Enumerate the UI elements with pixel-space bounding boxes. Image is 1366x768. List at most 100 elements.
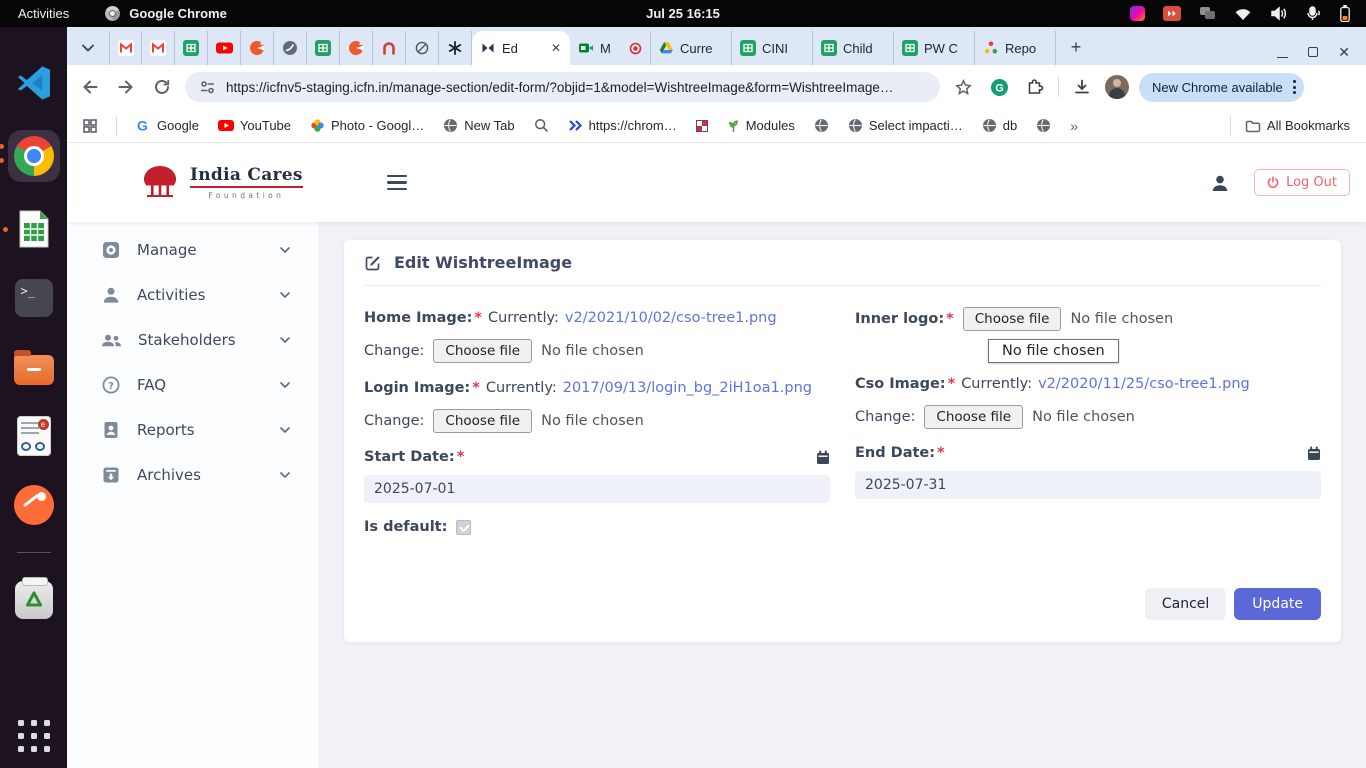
url-text[interactable]: https://icfnv5-staging.icfn.in/manage-se… [226,80,926,95]
pinned-tab-orange-app[interactable] [340,31,373,65]
dock-item-files[interactable] [12,345,56,389]
person-icon [101,285,121,305]
microphone-icon[interactable] [1306,6,1322,21]
bookmark-pattern-icon[interactable] [696,120,708,132]
focused-app-name: Google Chrome [129,6,227,21]
pinned-tab-gmail[interactable] [109,31,142,65]
minimize-icon[interactable] [1277,47,1288,58]
apps-grid-icon[interactable] [83,119,97,133]
calendar-icon[interactable] [1307,446,1321,461]
profile-avatar[interactable] [1105,75,1129,99]
id-badge-icon [101,420,121,440]
volume-icon[interactable] [1270,6,1288,21]
downloads-icon[interactable] [1069,74,1095,100]
home-image-link[interactable]: v2/2021/10/02/cso-tree1.png [565,310,777,326]
wifi-icon[interactable] [1234,7,1252,21]
bookmarks-overflow-button[interactable]: » [1070,118,1078,134]
pinned-tab-sheets[interactable] [175,31,208,65]
focused-app-indicator[interactable]: Google Chrome [105,6,227,21]
new-tab-button[interactable]: + [1062,33,1090,61]
sidebar-item-manage[interactable]: Manage [67,227,318,272]
tab-pw-sheet[interactable]: PW C [894,31,975,65]
bookmark-youtube[interactable]: YouTube [218,118,291,133]
bookmark-db[interactable]: db [982,118,1017,133]
bookmark-globe-icon[interactable] [1036,118,1051,133]
screencast-icon[interactable] [1163,6,1181,21]
bookmark-photos[interactable]: Photo - Googl… [310,118,424,133]
bookmark-modules[interactable]: Modules [727,118,795,133]
pinned-tab-openai[interactable] [439,31,472,65]
show-applications-button[interactable] [18,720,50,752]
dock-item-trash[interactable] [12,578,56,622]
forward-button[interactable] [113,74,139,100]
sidebar-toggle-button[interactable] [387,175,407,191]
system-top-bar: Activities Google Chrome Jul 25 16:15 [0,0,1366,27]
calendar-icon[interactable] [816,450,830,465]
home-image-choose-file-button[interactable]: Choose file [433,339,532,363]
battery-icon[interactable] [1340,5,1350,22]
chrome-update-button[interactable]: New Chrome available [1139,73,1304,102]
tab-search-button[interactable] [75,33,101,63]
dock-item-document-viewer[interactable]: e [12,414,56,458]
dock-item-terminal[interactable]: >_ [12,276,56,320]
activities-button[interactable]: Activities [18,6,69,21]
bookmark-google[interactable]: GGoogle [136,118,199,133]
pinned-tab-red-arc[interactable] [373,31,406,65]
logout-button[interactable]: Log Out [1254,169,1350,196]
tab-repo[interactable]: Repo [975,31,1056,65]
close-tab-icon[interactable]: ✕ [551,41,561,55]
sidebar-item-reports[interactable]: Reports [67,407,318,452]
is-default-checkbox[interactable] [456,520,471,535]
dock-item-libreoffice-calc[interactable] [12,207,56,251]
user-icon[interactable] [1210,173,1230,193]
cso-image-choose-file-button[interactable]: Choose file [924,405,1023,429]
bookmark-star-icon[interactable] [950,74,976,100]
inner-logo-choose-file-button[interactable]: Choose file [963,307,1062,331]
sidebar-item-activities[interactable]: Activities [67,272,318,317]
terminal-icon: >_ [15,279,53,317]
cancel-button[interactable]: Cancel [1145,588,1226,620]
address-bar[interactable]: https://icfnv5-staging.icfn.in/manage-se… [185,72,940,102]
grammarly-icon[interactable]: G [986,74,1012,100]
bookmark-new-tab[interactable]: New Tab [443,118,514,133]
tab-cini-sheet[interactable]: CINI [732,31,813,65]
bookmark-select-impact[interactable]: Select impacti… [848,118,963,133]
bookmark-search-icon[interactable] [534,118,549,133]
tab-child-sheet[interactable]: Child [813,31,894,65]
sidebar-item-archives[interactable]: Archives [67,452,318,497]
pinned-tab-gmail[interactable] [142,31,175,65]
update-button[interactable]: Update [1234,588,1321,620]
login-image-link[interactable]: 2017/09/13/login_bg_2iH1oa1.png [563,380,812,396]
bookmark-globe-icon[interactable] [814,118,829,133]
bookmark-chrom-link[interactable]: https://chrom… [568,118,677,133]
back-button[interactable] [77,74,103,100]
sidebar-item-faq[interactable]: ? FAQ [67,362,318,407]
all-bookmarks-button[interactable]: All Bookmarks [1245,118,1350,133]
toolbox-icon[interactable] [1130,6,1145,21]
cso-image-link[interactable]: v2/2020/11/25/cso-tree1.png [1038,376,1250,392]
login-image-choose-file-button[interactable]: Choose file [433,409,532,433]
extensions-icon[interactable] [1022,74,1048,100]
pinned-tab-sheets[interactable] [307,31,340,65]
pinned-tab-orange-app[interactable] [241,31,274,65]
close-window-icon[interactable]: ✕ [1338,45,1350,59]
notifications-icon[interactable] [1199,6,1216,21]
pinned-tab-youtube[interactable] [208,31,241,65]
dock-item-chrome[interactable] [8,130,60,182]
restore-icon[interactable] [1308,47,1318,57]
dock-item-vscode[interactable] [12,61,56,105]
clock[interactable]: Jul 25 16:15 [646,6,720,21]
tab-drive[interactable]: Curre [651,31,732,65]
sidebar-item-stakeholders[interactable]: Stakeholders [67,317,318,362]
end-date-input[interactable] [855,471,1321,499]
active-tab[interactable]: Ed ✕ [472,31,570,65]
start-date-input[interactable] [364,475,830,503]
dock-item-postman[interactable] [12,483,56,527]
brand-logo[interactable]: India Cares Foundation [139,163,303,203]
pinned-tab-slashed-circle[interactable] [406,31,439,65]
pinned-tab-dark-globe[interactable] [274,31,307,65]
tab-meet[interactable]: M [570,31,651,65]
reload-button[interactable] [149,74,175,100]
browser-menu-icon[interactable] [1293,80,1296,94]
site-settings-icon[interactable] [199,79,216,95]
